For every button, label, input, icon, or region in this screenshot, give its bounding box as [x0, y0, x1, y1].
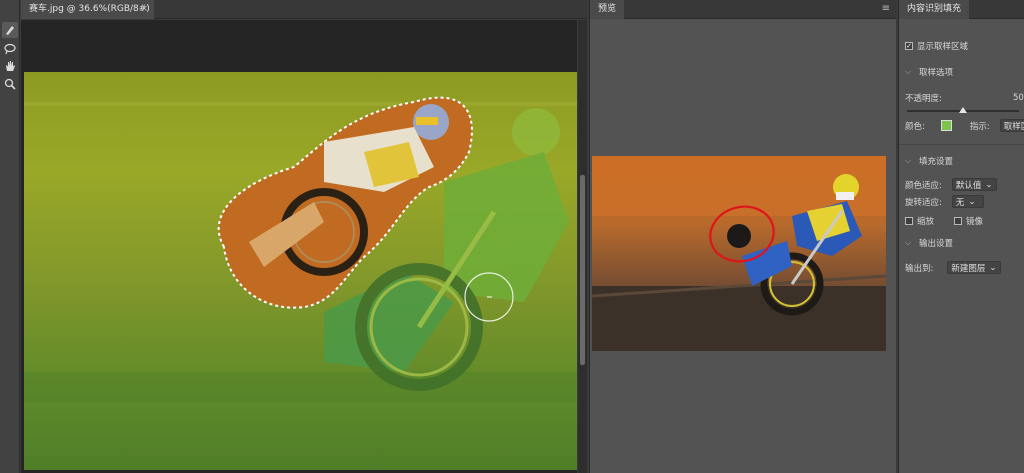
opacity-value[interactable]: 50%: [1013, 93, 1024, 103]
chevron-down-icon: ⌄: [968, 196, 976, 207]
chevron-down-icon: ⌄: [989, 262, 997, 273]
chevron-down-icon[interactable]: ⌵: [905, 67, 915, 77]
mirror-checkbox[interactable]: [954, 217, 963, 225]
zoom-tool-icon[interactable]: [2, 76, 18, 92]
opacity-slider-knob[interactable]: [959, 107, 967, 113]
color-swatch[interactable]: [940, 120, 952, 131]
close-icon[interactable]: ×: [140, 0, 148, 19]
document-tab[interactable]: 赛车.jpg @ 36.6%(RGB/8#) ×: [21, 0, 154, 19]
lasso-tool-icon[interactable]: [2, 41, 18, 57]
preview-tab[interactable]: 预览: [590, 0, 625, 19]
fill-settings-label: 填充设置: [919, 157, 954, 167]
output-to-row: 输出到: 新建图层 ⌄: [905, 261, 1001, 274]
mirror-label: 镜像: [966, 217, 984, 227]
document-canvas[interactable]: [21, 20, 577, 473]
opacity-label: 不透明度:: [905, 94, 942, 104]
canvas-vertical-scrollbar[interactable]: [578, 20, 587, 473]
preview-panel: 预览 ≡: [589, 0, 896, 473]
scrollbar-thumb[interactable]: [580, 175, 585, 365]
chevron-down-icon: ⌄: [985, 179, 993, 190]
preview-image: [592, 156, 886, 351]
fill-settings-section[interactable]: ⌵ 填充设置: [905, 155, 953, 167]
panel-menu-icon[interactable]: ≡: [882, 3, 890, 14]
divider: [899, 144, 1024, 145]
brush-tool-icon[interactable]: [2, 22, 18, 38]
indicate-label: 指示:: [969, 121, 990, 132]
show-sampling-label: 显示取样区域: [917, 42, 969, 52]
output-settings-section[interactable]: ⌵ 输出设置: [905, 237, 953, 249]
color-adapt-row: 颜色适应: 默认值 ⌄: [905, 178, 997, 191]
document-tab-title: 赛车.jpg @ 36.6%(RGB/8#): [29, 4, 150, 14]
color-label: 颜色:: [905, 121, 925, 132]
chevron-down-icon[interactable]: ⌵: [905, 156, 915, 166]
color-adapt-select[interactable]: 默认值 ⌄: [951, 178, 997, 191]
sampling-options-label: 取样选项: [919, 68, 954, 78]
color-adapt-label: 颜色适应:: [905, 180, 942, 191]
show-sampling-row[interactable]: ✓ 显示取样区域: [905, 40, 968, 52]
document-tab-bar: 赛车.jpg @ 36.6%(RGB/8#) ×: [21, 0, 587, 19]
chevron-down-icon[interactable]: ⌵: [905, 238, 915, 248]
scale-mirror-row: 缩放 镜像: [905, 215, 983, 227]
canvas-image[interactable]: [24, 72, 577, 470]
scale-checkbox[interactable]: [905, 217, 913, 225]
show-sampling-checkbox[interactable]: ✓: [905, 42, 913, 50]
hand-tool-icon[interactable]: [2, 58, 18, 74]
content-aware-fill-tab[interactable]: 内容识别填充: [899, 0, 970, 19]
indicate-select[interactable]: 取样区: [999, 119, 1024, 132]
content-aware-fill-header: 内容识别填充: [899, 0, 1024, 19]
color-adapt-select-value: 默认值: [955, 180, 982, 191]
color-row: 颜色: 指示: 取样区: [905, 119, 1024, 132]
tools-panel: [0, 0, 20, 473]
preview-panel-header: 预览 ≡: [590, 0, 896, 19]
scale-label: 缩放: [917, 217, 935, 227]
sampling-options-section[interactable]: ⌵ 取样选项: [905, 66, 953, 78]
rotation-adapt-select-value: 无: [955, 197, 965, 208]
content-aware-fill-panel: 内容识别填充 ✓ 显示取样区域 ⌵ 取样选项 不透明度: 50% 颜色: 指示:…: [898, 0, 1024, 473]
output-to-select-value: 新建图层: [951, 263, 986, 274]
rotation-adapt-label: 旋转适应:: [905, 197, 942, 208]
indicate-select-value: 取样区: [1003, 121, 1024, 132]
output-to-label: 输出到:: [905, 263, 934, 274]
rotation-adapt-row: 旋转适应: 无 ⌄: [905, 195, 984, 208]
opacity-row: 不透明度: 50%: [905, 92, 1024, 104]
rotation-adapt-select[interactable]: 无 ⌄: [951, 195, 984, 208]
opacity-slider[interactable]: [907, 107, 1019, 113]
output-to-select[interactable]: 新建图层 ⌄: [947, 261, 1001, 274]
output-settings-label: 输出设置: [919, 239, 954, 249]
